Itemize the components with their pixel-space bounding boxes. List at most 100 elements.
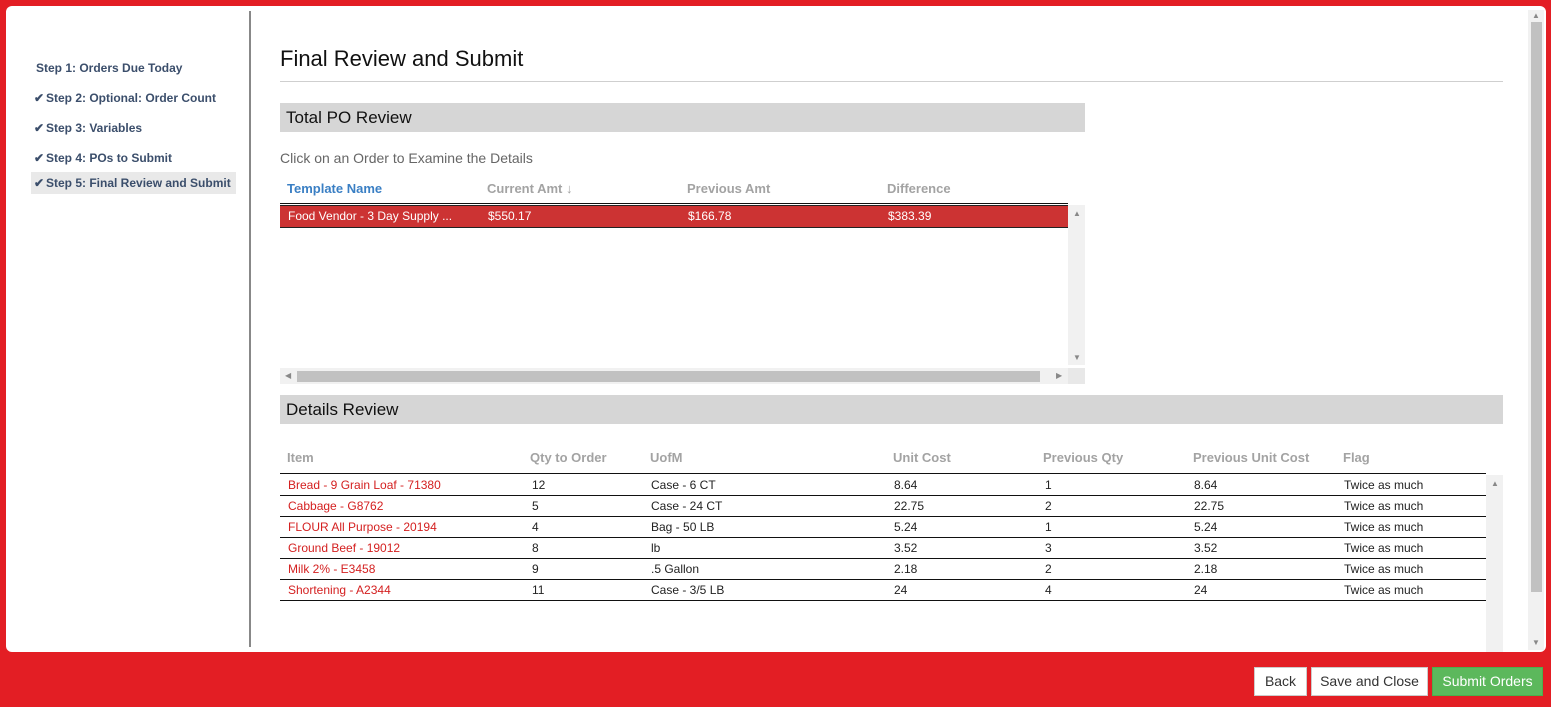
cell-unit-cost: 3.52	[894, 541, 918, 555]
details-header-line	[280, 473, 1486, 474]
save-and-close-button[interactable]: Save and Close	[1311, 667, 1428, 696]
po-hscroll-thumb[interactable]	[297, 371, 1040, 382]
scroll-up-icon[interactable]: ▲	[1491, 479, 1499, 488]
cell-flag: Twice as much	[1344, 499, 1424, 513]
col-qty-to-order[interactable]: Qty to Order	[530, 450, 607, 465]
step-label: Step 3: Variables	[46, 121, 143, 135]
cell-prev-qty: 1	[1045, 478, 1052, 492]
scroll-right-icon[interactable]: ▶	[1056, 371, 1062, 380]
check-icon: ✔	[34, 151, 45, 165]
cell-flag: Twice as much	[1344, 541, 1424, 555]
table-row[interactable]: Milk 2% - E3458 9 .5 Gallon 2.18 2 2.18 …	[280, 559, 1486, 580]
cell-prev-qty: 4	[1045, 583, 1052, 597]
sidebar-divider	[249, 11, 251, 647]
cell-item: Ground Beef - 19012	[288, 541, 401, 555]
col-previous-qty[interactable]: Previous Qty	[1043, 450, 1123, 465]
cell-flag: Twice as much	[1344, 583, 1424, 597]
scroll-up-icon[interactable]: ▲	[1073, 209, 1081, 218]
col-item[interactable]: Item	[287, 450, 314, 465]
cell-uofm: Case - 24 CT	[651, 499, 723, 513]
cell-flag: Twice as much	[1344, 478, 1424, 492]
cell-item: Shortening - A2344	[288, 583, 391, 597]
po-previous-amt: $166.78	[688, 209, 732, 223]
cell-prev-cost: 2.18	[1194, 562, 1218, 576]
details-vertical-scrollbar[interactable]: ▲	[1486, 475, 1503, 652]
po-current-amt: $550.17	[488, 209, 532, 223]
po-horizontal-scrollbar[interactable]: ◀ ▶	[280, 368, 1068, 384]
page-scroll-thumb[interactable]	[1531, 22, 1542, 592]
step-4-pos-to-submit[interactable]: ✔ Step 4: POs to Submit	[31, 147, 236, 169]
po-vertical-scrollbar[interactable]: ▲ ▼	[1068, 205, 1085, 365]
cell-prev-cost: 22.75	[1194, 499, 1225, 513]
col-difference[interactable]: Difference	[887, 181, 951, 196]
cell-unit-cost: 24	[894, 583, 908, 597]
wizard-steps-sidebar: Step 1: Orders Due Today ✔ Step 2: Option…	[6, 6, 250, 652]
wizard-card: Step 1: Orders Due Today ✔ Step 2: Option…	[6, 6, 1546, 652]
title-divider	[280, 81, 1503, 82]
cell-item: Bread - 9 Grain Loaf - 71380	[288, 478, 441, 492]
cell-qty: 8	[532, 541, 539, 555]
col-current-amt[interactable]: Current Amt ↓	[487, 181, 572, 196]
step-2-optional-order-count[interactable]: ✔ Step 2: Optional: Order Count	[31, 87, 236, 109]
cell-uofm: Bag - 50 LB	[651, 520, 715, 534]
table-row[interactable]: Cabbage - G8762 5 Case - 24 CT 22.75 2 2…	[280, 496, 1486, 517]
cell-prev-cost: 3.52	[1194, 541, 1218, 555]
check-icon: ✔	[34, 91, 45, 105]
col-template-name[interactable]: Template Name	[287, 181, 382, 196]
submit-orders-button[interactable]: Submit Orders	[1432, 667, 1543, 696]
cell-prev-qty: 2	[1045, 562, 1052, 576]
cell-qty: 12	[532, 478, 546, 492]
po-table-row[interactable]: Food Vendor - 3 Day Supply ... $550.17 $…	[280, 205, 1068, 228]
step-label: Step 5: Final Review and Submit	[46, 176, 231, 190]
sort-arrow-icon: ↓	[565, 181, 573, 196]
scroll-corner	[1068, 368, 1085, 384]
po-template-name: Food Vendor - 3 Day Supply ...	[288, 209, 453, 223]
col-previous-unit-cost[interactable]: Previous Unit Cost	[1193, 450, 1309, 465]
page-vertical-scrollbar[interactable]: ▲ ▼	[1528, 10, 1544, 650]
cell-qty: 5	[532, 499, 539, 513]
cell-flag: Twice as much	[1344, 562, 1424, 576]
col-previous-amt[interactable]: Previous Amt	[687, 181, 770, 196]
cell-prev-qty: 3	[1045, 541, 1052, 555]
cell-item: FLOUR All Purpose - 20194	[288, 520, 437, 534]
main-content: Final Review and Submit Total PO Review …	[280, 6, 1510, 652]
cell-prev-qty: 2	[1045, 499, 1052, 513]
scroll-down-icon[interactable]: ▼	[1073, 353, 1081, 362]
cell-prev-cost: 24	[1194, 583, 1208, 597]
step-label: Step 1: Orders Due Today	[36, 61, 183, 75]
table-row[interactable]: Ground Beef - 19012 8 lb 3.52 3 3.52 Twi…	[280, 538, 1486, 559]
details-review-header: Details Review	[280, 395, 1503, 424]
cell-uofm: lb	[651, 541, 661, 555]
cell-qty: 9	[532, 562, 539, 576]
col-current-amt-label: Current Amt	[487, 181, 563, 196]
page-title: Final Review and Submit	[280, 46, 524, 71]
po-difference: $383.39	[888, 209, 932, 223]
cell-uofm: Case - 3/5 LB	[651, 583, 725, 597]
check-icon: ✔	[34, 121, 45, 135]
step-label: Step 4: POs to Submit	[46, 151, 173, 165]
table-row[interactable]: Bread - 9 Grain Loaf - 71380 12 Case - 6…	[280, 475, 1486, 496]
step-1-orders-due-today[interactable]: Step 1: Orders Due Today	[31, 57, 236, 79]
scroll-left-icon[interactable]: ◀	[285, 371, 291, 380]
step-3-variables[interactable]: ✔ Step 3: Variables	[31, 117, 236, 139]
cell-uofm: .5 Gallon	[651, 562, 700, 576]
cell-uofm: Case - 6 CT	[651, 478, 716, 492]
back-button[interactable]: Back	[1254, 667, 1307, 696]
cell-unit-cost: 2.18	[894, 562, 918, 576]
cell-item: Cabbage - G8762	[288, 499, 384, 513]
po-review-header: Total PO Review	[280, 103, 1085, 132]
cell-prev-cost: 8.64	[1194, 478, 1218, 492]
table-row[interactable]: FLOUR All Purpose - 20194 4 Bag - 50 LB …	[280, 517, 1486, 538]
step-label: Step 2: Optional: Order Count	[46, 91, 216, 105]
step-5-final-review[interactable]: ✔ Step 5: Final Review and Submit	[31, 172, 236, 194]
col-uofm[interactable]: UofM	[650, 450, 683, 465]
col-unit-cost[interactable]: Unit Cost	[893, 450, 951, 465]
cell-unit-cost: 5.24	[894, 520, 918, 534]
cell-qty: 11	[532, 583, 545, 597]
scroll-up-icon[interactable]: ▲	[1532, 11, 1540, 20]
col-flag[interactable]: Flag	[1343, 450, 1370, 465]
po-review-hint: Click on an Order to Examine the Details	[280, 150, 533, 166]
table-row[interactable]: Shortening - A2344 11 Case - 3/5 LB 24 4…	[280, 580, 1486, 601]
scroll-down-icon[interactable]: ▼	[1532, 638, 1540, 647]
cell-flag: Twice as much	[1344, 520, 1424, 534]
